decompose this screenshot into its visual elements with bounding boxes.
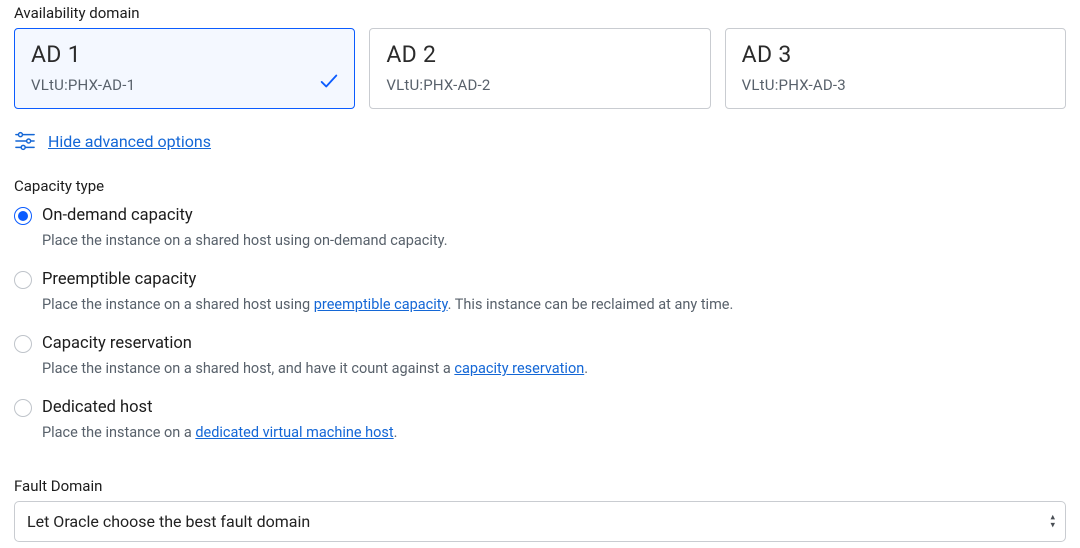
radio-label: Preemptible capacity: [42, 269, 196, 291]
stepper-icon[interactable]: ▴▾: [1050, 514, 1055, 529]
availability-domain-label: Availability domain: [14, 4, 1066, 22]
capacity-option-preemptible[interactable]: Preemptible capacity: [14, 265, 1066, 293]
radio-label: Capacity reservation: [42, 333, 192, 355]
dedicated-host-link[interactable]: dedicated virtual machine host: [195, 424, 393, 441]
capacity-option-on-demand[interactable]: On-demand capacity: [14, 201, 1066, 229]
radio-description: Place the instance on a shared host, and…: [42, 359, 1066, 379]
fault-domain-select[interactable]: Let Oracle choose the best fault domain …: [14, 501, 1066, 542]
capacity-type-label: Capacity type: [14, 177, 1066, 195]
sliders-icon: [14, 131, 36, 151]
radio-description: Place the instance on a dedicated virtua…: [42, 423, 1066, 443]
radio-label: On-demand capacity: [42, 205, 193, 227]
ad-card-3[interactable]: AD 3 VLtU:PHX-AD-3: [725, 28, 1066, 109]
ad-card-subtitle: VLtU:PHX-AD-3: [742, 76, 1049, 94]
fault-domain-label: Fault Domain: [14, 477, 1066, 495]
radio-icon[interactable]: [14, 335, 32, 353]
capacity-option-reservation[interactable]: Capacity reservation: [14, 329, 1066, 357]
capacity-reservation-link[interactable]: capacity reservation: [454, 360, 584, 377]
ad-card-subtitle: VLtU:PHX-AD-2: [386, 76, 693, 94]
checkmark-icon: [318, 70, 340, 92]
ad-card-2[interactable]: AD 2 VLtU:PHX-AD-2: [369, 28, 710, 109]
radio-icon[interactable]: [14, 271, 32, 289]
preemptible-capacity-link[interactable]: preemptible capacity: [314, 296, 448, 313]
ad-card-title: AD 2: [386, 41, 693, 68]
fault-domain-selected-value: Let Oracle choose the best fault domain: [27, 512, 310, 531]
radio-icon[interactable]: [14, 207, 32, 225]
radio-icon[interactable]: [14, 399, 32, 417]
radio-description: Place the instance on a shared host usin…: [42, 295, 1066, 315]
advanced-options-toggle-row: Hide advanced options: [14, 131, 1066, 151]
ad-card-1[interactable]: AD 1 VLtU:PHX-AD-1: [14, 28, 355, 109]
hide-advanced-options-link[interactable]: Hide advanced options: [48, 132, 211, 151]
capacity-option-dedicated[interactable]: Dedicated host: [14, 393, 1066, 421]
availability-domain-options: AD 1 VLtU:PHX-AD-1 AD 2 VLtU:PHX-AD-2 AD…: [14, 28, 1066, 109]
ad-card-subtitle: VLtU:PHX-AD-1: [31, 76, 338, 94]
radio-label: Dedicated host: [42, 397, 152, 419]
ad-card-title: AD 1: [31, 41, 338, 68]
ad-card-title: AD 3: [742, 41, 1049, 68]
radio-description: Place the instance on a shared host usin…: [42, 231, 1066, 251]
capacity-type-radio-group: On-demand capacity Place the instance on…: [14, 201, 1066, 443]
